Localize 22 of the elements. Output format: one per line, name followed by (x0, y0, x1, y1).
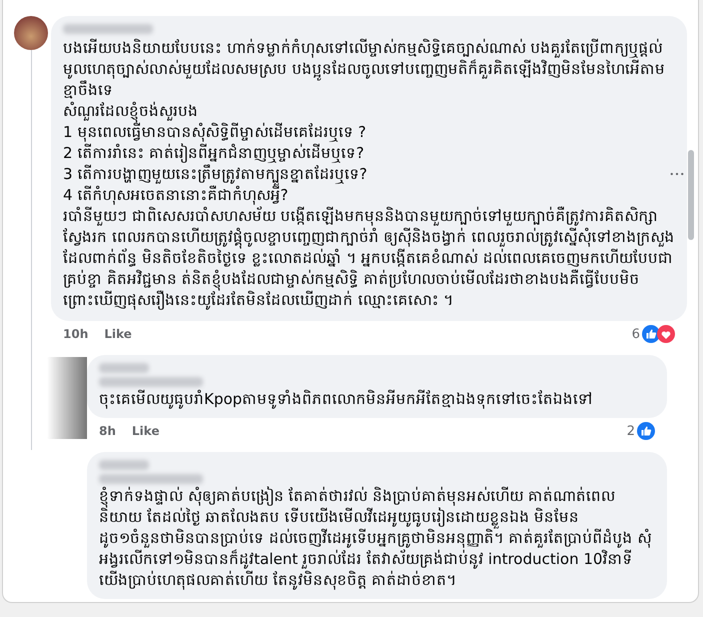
comment-text: របាំនីមួយៗ ជាពិសេសរបាំសហសម័យ បង្កើតឡើងមកមុននិងបានមួយក្បាច់ទៅមួយក្បាច់គឺត្រូវការគិតសិក្សាស្វែងរក ពេលរកបានហើយត្រូវផ្គុំចូលខ្ចាបញ្ចេញជាក្បាច់រាំ ឲ្យស៊ីនិងចង្វាក់ ពេលរួចរាល់ត្រូវស្នើសុំទៅខាងក្រសួងដែលពាក់ព័ន្ធ មិនតិចខែតិចថ្ងៃទេ ខ្លះលោតដល់ឆ្នាំ ។ អ្នកបង្កើតគេខំណាស់ ដល់ពេលគេចេញមកហើយបែបជាគ្រប់ខ្ចា គិតអវិជ្ជមាន ត់និតខ្ញុំបងដែលជាម្ចាស់កម្មសិទ្ធិ គាត់ប្រហែលចាប់មើលដែរថាខាងបងគឺធ្វើបែបមិច ព្រោះឃើញផុសរឿងនេះយូដែរតែមិនដែលឃើញដាក់ ឈ្មោះគេសោះ ។ (63, 206, 675, 311)
reply-text: ខ្ញុំទាក់ទងផ្ទាល់ សុំឲ្យគាត់បង្រៀន តែគាត់ថារវល់ និងប្រាប់គាត់មុនអស់ហើយ គាត់ណាត់ពេលនិយាយ តែដល់ថ្ងៃ ឆាតលែងតប ទើបយើងមើលវីដេអូយូធូបរៀនដោយខ្លួនឯង មិនមែនដូច១ចំនួនថាមិនបានប្រាប់ទេ ដល់ចេញវីដេអូទើបអ្នកគ្រូថាមិនអនុញ្ញាតិ។ គាត់គួរតែប្រាប់ពីដំបូង សុំអង្វរលើកទៅ១មិនបានក៏ដូវtalent រួចរាល់ដែរ តែវាស័យគ្រង់ជាប់នូវ introduction 10វិនាទី យើងប្រាប់ហេតុផលគាត់ហើយ តែនូវមិនសុខចិត្ត គាត់ដាច់ខាត។ (99, 486, 652, 591)
scrollbar-thumb[interactable] (688, 150, 694, 240)
comment-time[interactable]: 10h (63, 327, 88, 341)
comment-text: 4 តើកំហុសអចេតនានោះគឺជាកំហុសអ្វី? (63, 185, 288, 206)
more-options-icon[interactable] (670, 172, 684, 176)
reaction-count[interactable]: 2 (626, 424, 635, 438)
blurred-name (99, 460, 149, 470)
thumbs-up-icon (637, 422, 655, 440)
comment-text: សំណួរដែលខ្ញុំចង់សួរបង (63, 101, 675, 122)
comment-text: 1 មុនពេលធ្វើមានបានសុំសិទ្ធិពីម្ចាស់ដើមគេដែរឬទេ ? (63, 122, 368, 143)
blurred-name (99, 363, 149, 373)
like-link[interactable]: Like (104, 327, 132, 341)
comment-text: 2 តើការរាំនេះ គាត់រៀនពីអ្នកជំនាញឬម្ចាស់ដើមឬទេ? (63, 143, 366, 164)
reaction-count[interactable]: 6 (632, 326, 640, 342)
reply-text: ចុះគេមើលយូធូបរាំKpopតាមទូទាំងពិភពលោកមិនអីមកអីតែខ្មាឯងទុកទៅចេះតែឯងទៅ (99, 389, 594, 410)
like-link[interactable]: Like (132, 424, 160, 438)
avatar[interactable] (14, 16, 48, 50)
comment-text: បងអើយបងនិយាយបែបនេះ ហាក់ទម្លាក់កំហុសទៅលើម្ចាស់កម្មសិទ្ធិគេច្បាស់ណាស់ បងគួរតែប្រើពាក្យឬផ្តល់មូលហេតុច្បាស់លាស់មួយដែលសមស្រប បងប្អូនដែលចូលទៅបញ្ចេញមតិក៏គួរគិតឡើងវិញមិនមែនហៃអើតាមខ្មាចឹងទេ (63, 38, 666, 101)
comment-text: 3 តើការបង្ហាញមួយនេះត្រឹមត្រូវតាមក្បួនខ្នាតដែរឬទេ? (63, 164, 675, 185)
photo-placeholder[interactable] (47, 357, 87, 439)
reply-time[interactable]: 8h (99, 424, 116, 438)
